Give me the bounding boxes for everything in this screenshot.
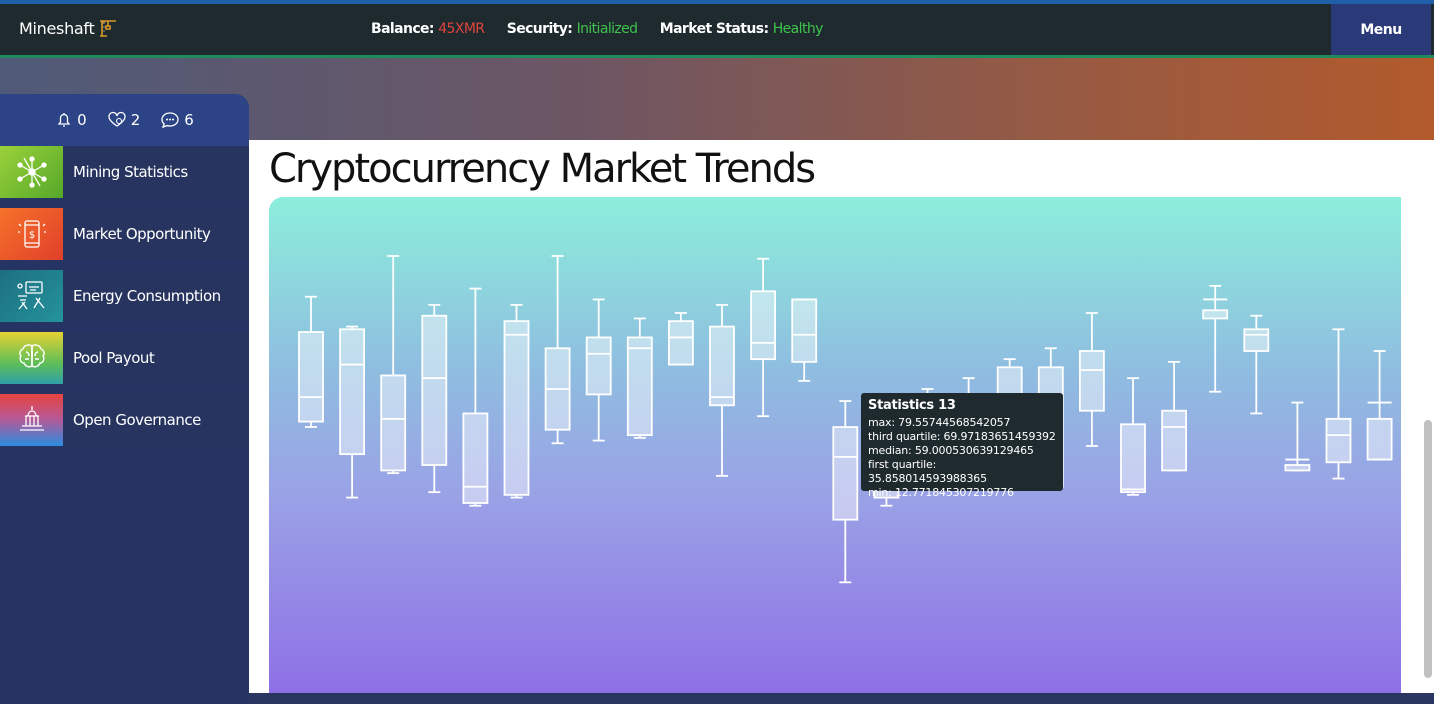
box-9[interactable] [626, 317, 653, 439]
sidebar: 0 2 6 Mining Statistics $ Market Opportu… [0, 94, 249, 704]
page-title: Cryptocurrency Market Trends [269, 146, 816, 192]
box-4[interactable] [421, 303, 448, 494]
box-5[interactable] [462, 287, 489, 507]
top-navbar: Mineshaft Balance: 45XMR Security: Initi… [0, 0, 1434, 58]
tooltip-median: median: 59.000530639129465 [868, 444, 1034, 457]
tooltip-min: min: 12.771845307219776 [868, 486, 1014, 499]
sidebar-item-mining-statistics[interactable]: Mining Statistics [0, 146, 249, 198]
iqr-box [750, 290, 777, 361]
favorites-count: 2 [130, 111, 141, 129]
iqr-box [1079, 350, 1105, 412]
scrollbar[interactable] [1424, 420, 1432, 678]
sidebar-item-market-opportunity[interactable]: $ Market Opportunity [0, 208, 249, 260]
box-3[interactable] [380, 255, 407, 475]
iqr-box [339, 328, 365, 456]
iqr-box [1366, 417, 1393, 461]
messages-count: 6 [184, 111, 194, 129]
iqr-box [626, 336, 653, 437]
tooltip-q1: first quartile: 35.858014593988365 [868, 458, 987, 485]
iqr-box [667, 320, 694, 366]
security-label: Security: [506, 21, 573, 37]
app-title: Mineshaft [19, 19, 95, 38]
box-plot-chart[interactable] [269, 197, 1401, 693]
box-8[interactable] [585, 298, 612, 442]
box-14[interactable] [832, 400, 859, 584]
box-21[interactable] [1120, 377, 1146, 496]
balance-label: Balance: [371, 21, 435, 37]
capitol-icon [0, 394, 63, 446]
market-value: Healthy [772, 21, 824, 37]
iqr-box [1161, 409, 1187, 472]
favorites-counter[interactable]: 2 [107, 111, 141, 129]
brain-icon [0, 332, 63, 384]
iqr-box [832, 426, 859, 521]
tooltip-max: max: 79.55744568542057 [868, 416, 1011, 429]
sidebar-item-energy-consumption[interactable]: Energy Consumption [0, 270, 249, 322]
iqr-box [298, 331, 324, 423]
iqr-box [503, 320, 530, 496]
box-20[interactable] [1079, 312, 1105, 447]
box-10[interactable] [667, 312, 694, 366]
messages-counter[interactable]: 6 [160, 111, 194, 129]
iqr-box [1202, 309, 1229, 320]
sidebar-item-label: Energy Consumption [73, 287, 221, 305]
sidebar-item-label: Mining Statistics [73, 163, 188, 181]
network-icon [0, 146, 63, 198]
iqr-box [585, 336, 612, 396]
iqr-box [1120, 423, 1146, 494]
box-11[interactable] [709, 303, 735, 477]
sidebar-item-label: Pool Payout [73, 349, 155, 367]
security-status: Security: Initialized [507, 21, 638, 37]
market-label: Market Status: [659, 21, 769, 37]
iqr-box [1243, 328, 1270, 352]
status-bar: Balance: 45XMR Security: Initialized Mar… [371, 21, 841, 37]
crane-icon [98, 19, 118, 41]
tooltip-q3: third quartile: 69.97183651459392 [868, 430, 1056, 443]
box-25[interactable] [1284, 401, 1311, 472]
iqr-box [1325, 417, 1352, 464]
notification-counters: 0 2 6 [0, 94, 249, 146]
box-7[interactable] [544, 255, 571, 445]
box-13[interactable] [791, 298, 818, 382]
box-23[interactable] [1202, 284, 1229, 393]
chart-tooltip: Statistics 13 max: 79.55744568542057 thi… [861, 393, 1063, 499]
menu-button[interactable]: Menu [1331, 4, 1431, 55]
main-content: Cryptocurrency Market Trends [249, 140, 1434, 693]
chat-icon [161, 112, 179, 129]
iqr-box [791, 298, 818, 363]
brand[interactable]: Mineshaft [19, 19, 118, 41]
iqr-box [462, 412, 489, 504]
iqr-box [380, 374, 407, 472]
box-24[interactable] [1243, 314, 1270, 415]
box-26[interactable] [1325, 328, 1352, 480]
box-1[interactable] [298, 295, 324, 428]
iqr-box [709, 325, 735, 407]
market-status: Market Status: Healthy [659, 21, 824, 37]
balance-value: 45XMR [438, 21, 485, 37]
sidebar-item-open-governance[interactable]: Open Governance [0, 394, 249, 446]
box-2[interactable] [339, 325, 365, 499]
box-27[interactable] [1366, 350, 1393, 461]
svg-text:$: $ [28, 230, 34, 241]
sidebar-item-label: Open Governance [73, 411, 201, 429]
phone-dollar-icon: $ [0, 208, 63, 260]
sidebar-item-pool-payout[interactable]: Pool Payout [0, 332, 249, 384]
circuit-tools-icon [0, 270, 63, 322]
iqr-box [1284, 464, 1311, 472]
heart-hand-icon [108, 111, 126, 127]
bell-icon [57, 113, 71, 127]
tooltip-title: Statistics 13 [868, 398, 956, 413]
iqr-box [421, 314, 448, 466]
box-12[interactable] [750, 257, 777, 418]
security-value: Initialized [576, 21, 638, 37]
box-22[interactable] [1161, 360, 1187, 472]
notifications-count: 0 [77, 111, 87, 129]
box-6[interactable] [503, 303, 530, 499]
sidebar-item-label: Market Opportunity [73, 225, 211, 243]
notifications-counter[interactable]: 0 [55, 111, 87, 129]
chart-container [269, 197, 1401, 693]
balance-status: Balance: 45XMR [371, 21, 485, 37]
